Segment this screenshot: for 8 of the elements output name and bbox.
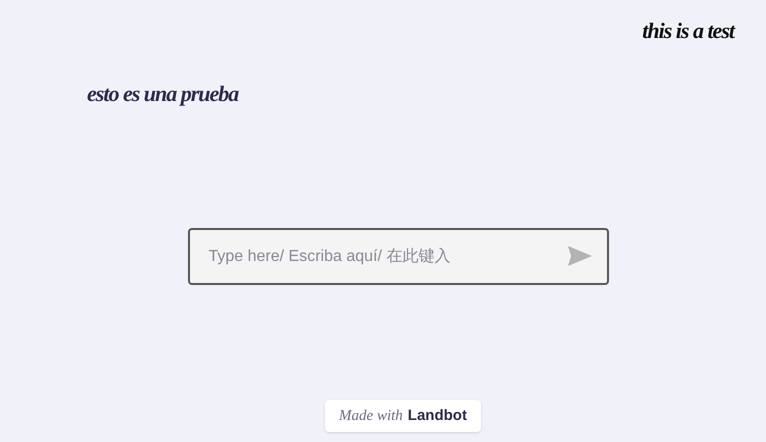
chat-message: esto es una prueba — [87, 80, 238, 108]
message-input[interactable]: Type here/ Escriba aquí/ 在此键入 — [188, 228, 608, 285]
send-icon — [568, 246, 592, 266]
badge-prefix: Made with — [339, 406, 403, 426]
badge-brand: Landbot — [408, 406, 467, 426]
send-button[interactable] — [566, 245, 592, 267]
made-with-badge[interactable]: Made with Landbot — [325, 400, 481, 432]
chat-message: this is a test — [642, 17, 734, 45]
